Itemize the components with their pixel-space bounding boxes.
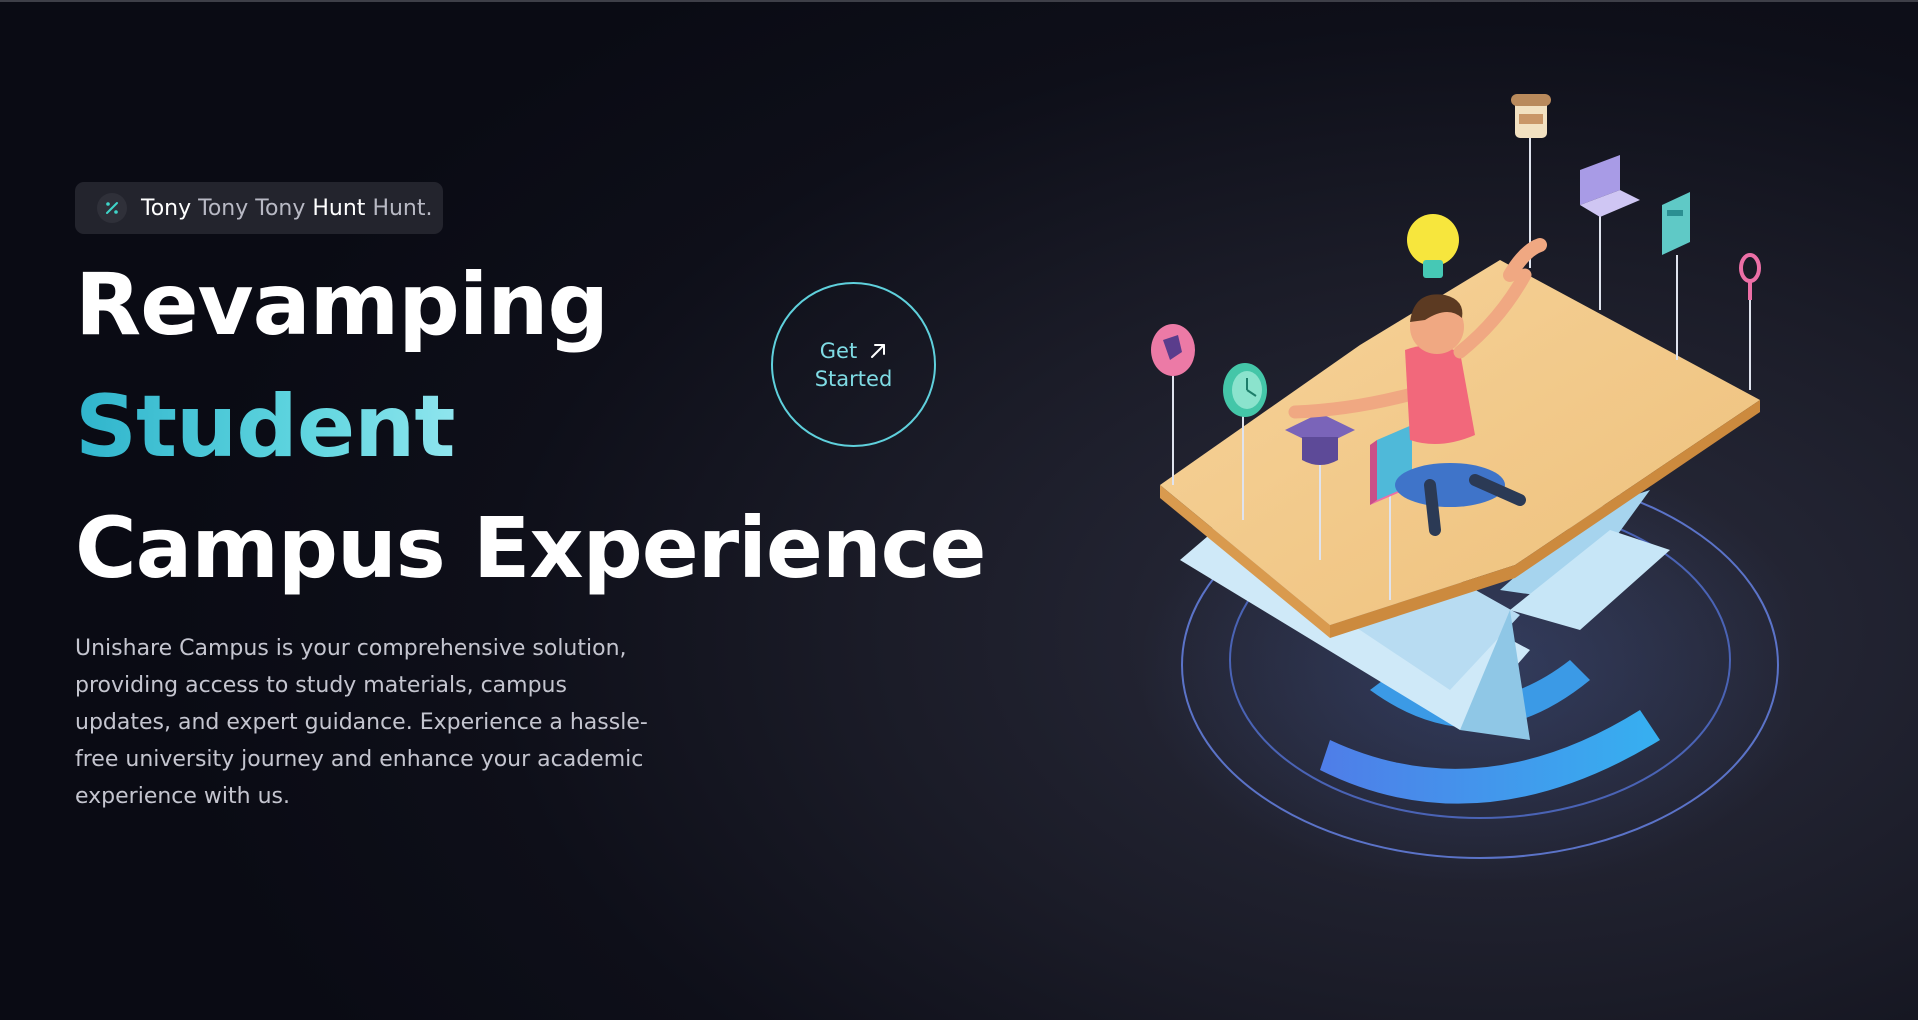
- badge-text: Tony Tony Tony Hunt Hunt.: [141, 196, 433, 221]
- calculator-icon: [1662, 192, 1690, 255]
- laptop-icon: [1580, 155, 1640, 217]
- magnifier-icon: [1739, 253, 1761, 300]
- hero-description: Unishare Campus is your comprehensive so…: [75, 636, 648, 809]
- brand-badge: Tony Tony Tony Hunt Hunt.: [75, 182, 443, 234]
- coffee-cup-icon: [1511, 94, 1551, 138]
- get-started-label-1: Get: [819, 338, 858, 363]
- percent-icon: [97, 193, 127, 223]
- student-on-book-illustration: [1140, 94, 1790, 880]
- globe-icon: [1151, 324, 1195, 376]
- headline-line-1: Revamping: [75, 255, 609, 355]
- badge-part-4: Hunt.: [372, 195, 433, 221]
- top-border: [0, 0, 1918, 2]
- get-started-label-2: Started: [814, 366, 893, 391]
- badge-part-3: Hunt: [312, 195, 366, 221]
- lightbulb-icon: [1407, 214, 1459, 278]
- badge-part-1: Tony: [141, 195, 192, 221]
- headline-line-3: Campus Experience: [75, 499, 986, 597]
- arrow-up-right-icon: [869, 342, 887, 360]
- headline-line-2: Student: [75, 377, 455, 477]
- clock-icon: [1223, 363, 1267, 417]
- get-started-button[interactable]: Get Started: [771, 282, 936, 447]
- badge-part-2: Tony Tony: [198, 195, 306, 221]
